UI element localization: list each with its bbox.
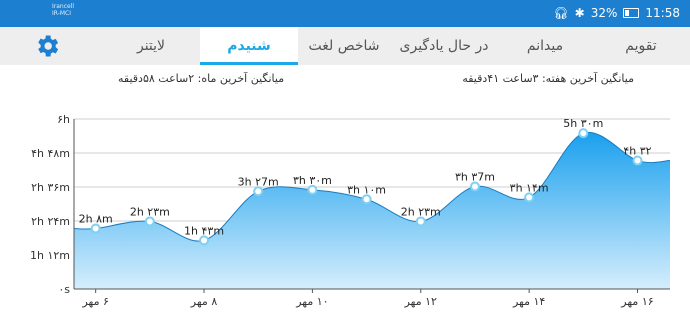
data-label: 5h ۳۰m bbox=[563, 117, 603, 130]
week-average: میانگین آخرین هفته: ۳ساعت ۴۱دقیقه bbox=[462, 72, 634, 85]
bluetooth-icon: ✱ bbox=[574, 6, 585, 20]
tab-bar: تقویم میدانم در حال یادگیری شاخص لغت شنی… bbox=[0, 27, 690, 65]
data-point bbox=[144, 216, 155, 227]
x-tick-label: ۱۴ مهر bbox=[512, 295, 545, 308]
tab-calendar[interactable]: تقویم bbox=[592, 27, 690, 65]
x-tick-label: ۱۰ مهر bbox=[295, 295, 328, 308]
carrier-info: Irancell IR-MCI bbox=[52, 3, 74, 17]
y-tick-label: ۲h ۳۶m bbox=[31, 181, 70, 194]
data-label: ۳h ۱۰m bbox=[347, 183, 386, 196]
carrier-name-2: IR-MCI bbox=[52, 10, 71, 17]
carrier-name: Irancell bbox=[52, 3, 75, 10]
status-right: 🎧︎ ✱ 32% 11:58 bbox=[553, 6, 680, 20]
tab-learning[interactable]: در حال یادگیری bbox=[390, 27, 498, 65]
battery-percent: 32% bbox=[590, 6, 618, 20]
data-point bbox=[90, 223, 101, 234]
data-point bbox=[307, 184, 318, 195]
y-tick-label: ۲h ۲۴m bbox=[31, 215, 70, 228]
active-tab-indicator bbox=[200, 62, 298, 65]
data-point bbox=[524, 192, 535, 203]
status-bar: Irancell IR-MCI 🎧︎ ✱ 32% 11:58 bbox=[0, 0, 690, 27]
data-label: ۴h ۳۲ bbox=[623, 145, 651, 158]
data-label: 1h ۴۳m bbox=[184, 224, 224, 237]
data-point bbox=[578, 128, 589, 139]
y-tick-label: ۰s bbox=[58, 283, 70, 296]
data-label: ۳h ۳7m bbox=[455, 171, 495, 184]
y-tick-label: ۴h ۴۸m bbox=[31, 147, 70, 160]
tab-word-index[interactable]: شاخص لغت bbox=[298, 27, 390, 65]
gear-icon[interactable] bbox=[30, 29, 64, 63]
clock: 11:58 bbox=[645, 6, 680, 20]
y-tick-label: 1h ۱۲m bbox=[30, 249, 70, 262]
data-label: 2h ۲۳m bbox=[130, 205, 170, 218]
data-point bbox=[469, 181, 480, 192]
month-average: میانگین آخرین ماه: ۲ساعت ۵۸دقیقه bbox=[118, 72, 285, 85]
x-tick-label: ۶ مهر bbox=[81, 295, 108, 308]
x-tick-label: ۱۲ مهر bbox=[404, 295, 437, 308]
battery-icon bbox=[623, 8, 640, 18]
tab-heard[interactable]: شنیدم bbox=[200, 27, 298, 65]
data-label: 3h ۲7m bbox=[238, 175, 279, 188]
data-label: 2h ۸m bbox=[79, 213, 113, 226]
data-point bbox=[199, 235, 210, 246]
y-tick-label: ۶h bbox=[57, 113, 70, 126]
data-point bbox=[415, 216, 426, 227]
data-point bbox=[361, 194, 372, 205]
tab-leitner[interactable]: لایتنر bbox=[102, 27, 200, 65]
data-point bbox=[253, 186, 264, 197]
x-tick-label: ۸ مهر bbox=[190, 295, 218, 308]
data-point bbox=[632, 155, 643, 166]
data-label: 2h ۲۳m bbox=[401, 205, 441, 218]
headset-icon: 🎧︎ bbox=[553, 6, 569, 20]
tab-known[interactable]: میدانم bbox=[498, 27, 592, 65]
data-label: ۳h ۱۴m bbox=[510, 181, 549, 194]
data-label: ۳h ۳۰m bbox=[293, 174, 332, 187]
hours-chart: ۰s 1h ۱۲m ۲h ۲۴m ۲h ۳۶m ۴h ۴۸m ۶h ۶ مهر ۸ مهر ۱۰… bbox=[30, 113, 671, 308]
x-tick-label: ۱۶ مهر bbox=[620, 295, 653, 308]
